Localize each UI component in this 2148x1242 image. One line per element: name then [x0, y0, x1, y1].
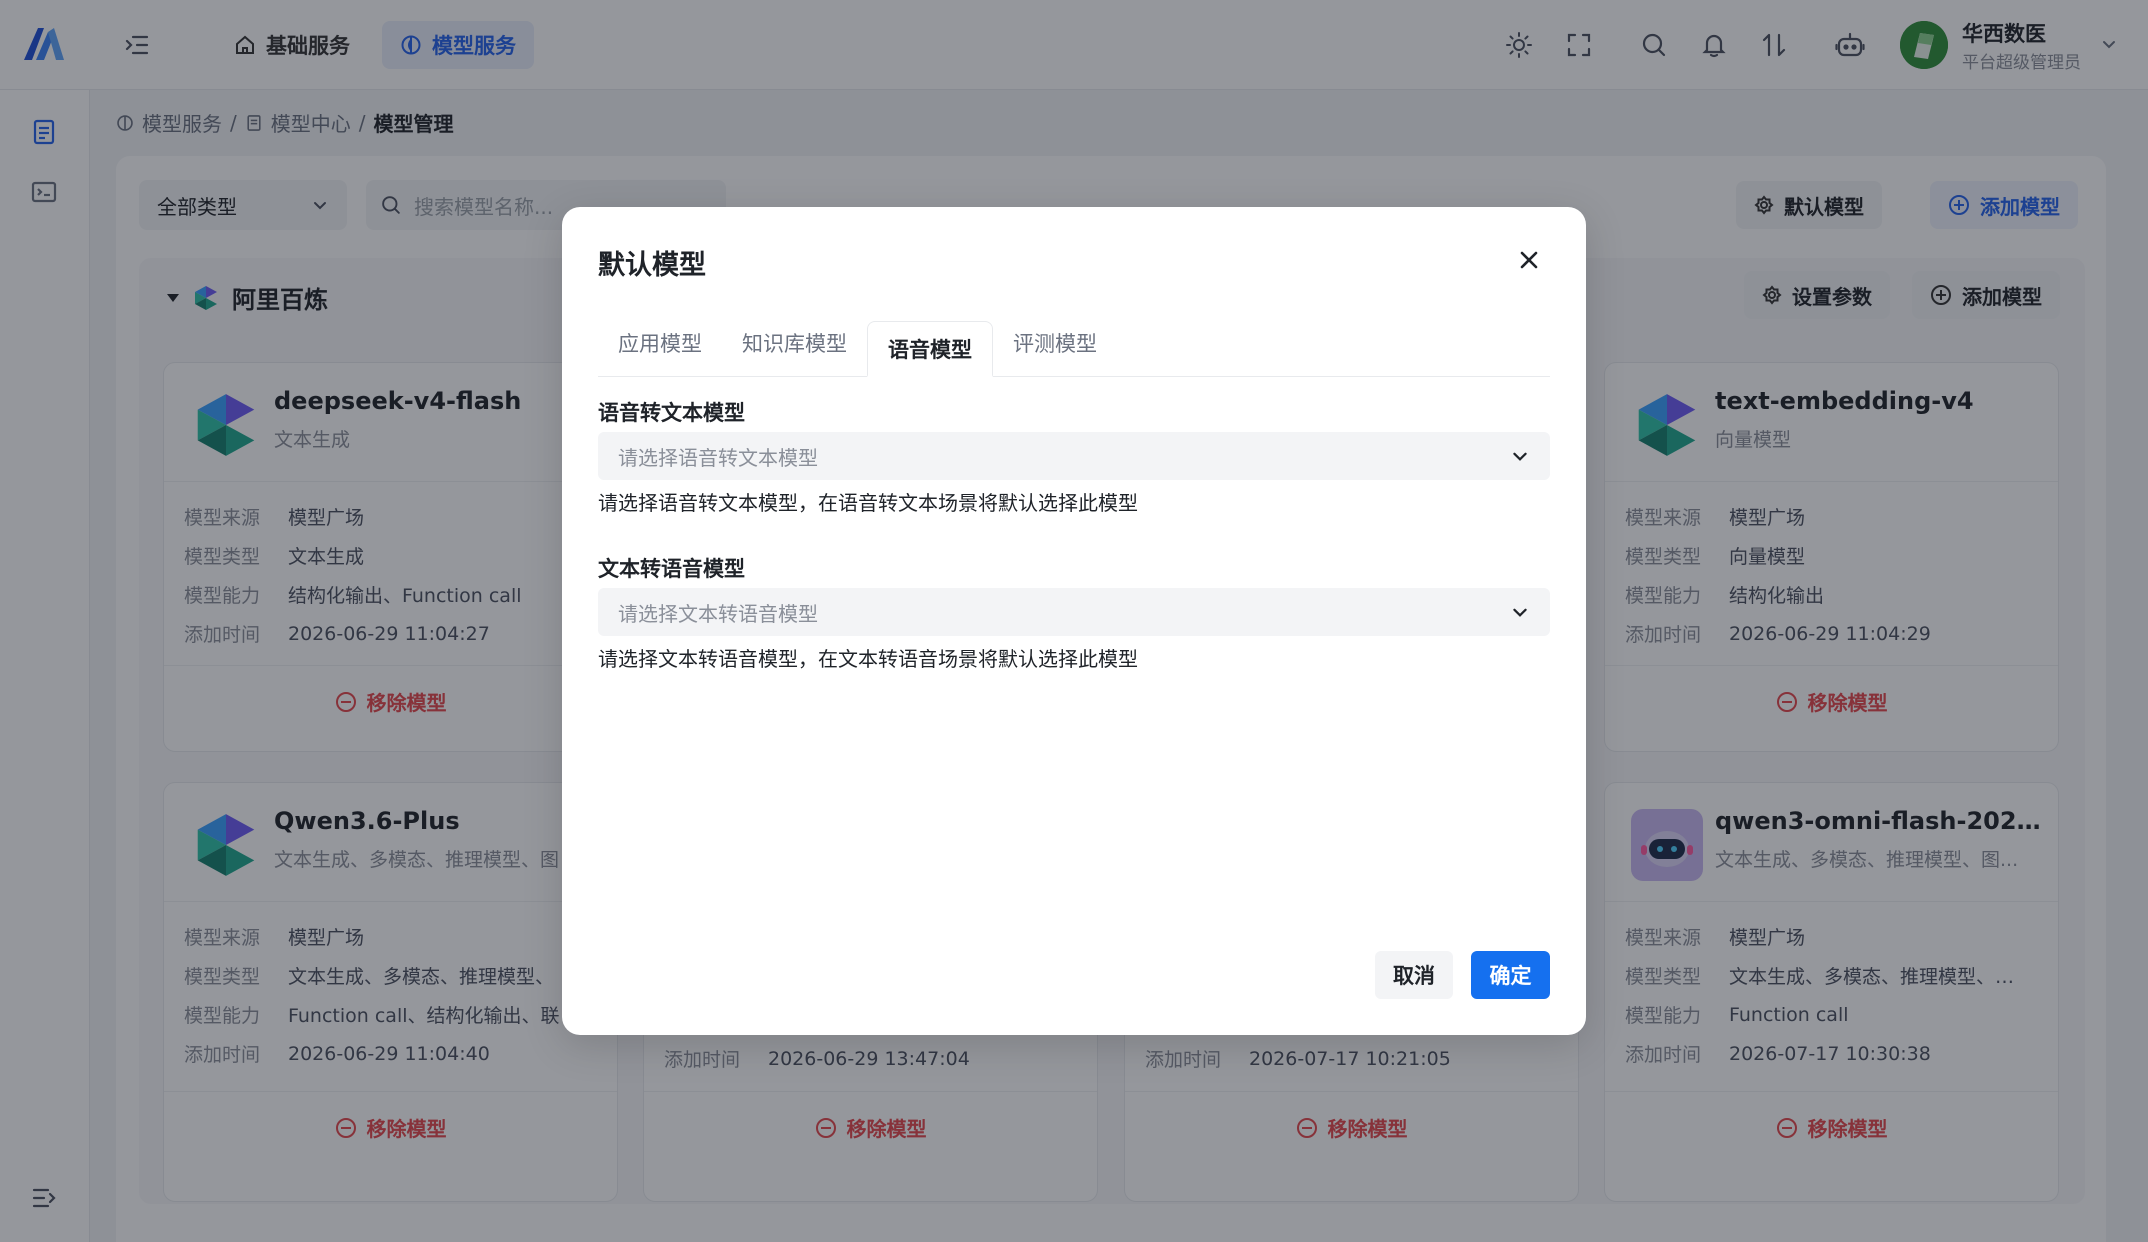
- confirm-button[interactable]: 确定: [1471, 951, 1550, 999]
- dialog-title: 默认模型: [598, 250, 706, 281]
- tts-model-select[interactable]: 请选择文本转语音模型: [598, 588, 1550, 636]
- default-model-dialog: 默认模型 应用模型 知识库模型 语音模型 评测模型 语音转文本模型 请选择语音转…: [562, 207, 1586, 1035]
- tab-eval-model[interactable]: 评测模型: [993, 315, 1117, 371]
- chevron-down-icon: [1510, 602, 1530, 622]
- close-icon[interactable]: [1518, 249, 1540, 271]
- tts-help-text: 请选择文本转语音模型，在文本转语音场景将默认选择此模型: [598, 647, 1138, 671]
- tts-label: 文本转语音模型: [598, 557, 745, 581]
- stt-placeholder: 请选择语音转文本模型: [618, 445, 818, 470]
- stt-help-text: 请选择语音转文本模型，在语音转文本场景将默认选择此模型: [598, 491, 1138, 515]
- tab-app-model[interactable]: 应用模型: [598, 315, 722, 371]
- tab-speech-model[interactable]: 语音模型: [867, 321, 993, 377]
- cancel-button[interactable]: 取消: [1375, 951, 1453, 999]
- tab-knowledge-model[interactable]: 知识库模型: [722, 315, 867, 371]
- tts-placeholder: 请选择文本转语音模型: [618, 601, 818, 626]
- stt-model-select[interactable]: 请选择语音转文本模型: [598, 432, 1550, 480]
- dialog-tabs: 应用模型 知识库模型 语音模型 评测模型: [598, 315, 1550, 377]
- chevron-down-icon: [1510, 446, 1530, 466]
- stt-label: 语音转文本模型: [598, 401, 745, 425]
